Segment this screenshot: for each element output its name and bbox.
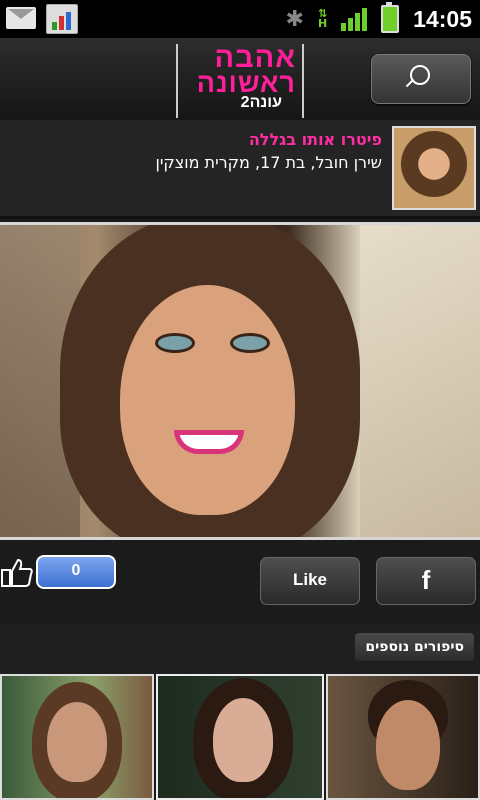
story-header: פיטרו אותו בגללה שירן חובל, בת 17, מקרית… (0, 120, 480, 219)
facebook-share-button[interactable]: f (376, 557, 476, 605)
battery-charging-icon (381, 2, 400, 33)
like-button[interactable]: Like (260, 557, 360, 605)
story-thumbnail[interactable] (0, 674, 154, 800)
thumbs-up-icon (1, 558, 33, 587)
story-title: פיטרו אותו בגללה (248, 130, 382, 149)
story-subtitle: שירן חובל, בת 17, מקרית מוצקין (155, 153, 382, 172)
signal-icon (341, 7, 368, 31)
logo-line-3: עונה2 (240, 94, 282, 111)
clock: 14:05 (413, 5, 472, 32)
bluetooth-icon: ✱ (285, 6, 304, 32)
search-button[interactable] (371, 54, 471, 104)
like-count-badge: 0 (36, 555, 116, 589)
search-icon (410, 65, 430, 85)
stats-icon[interactable] (46, 4, 78, 34)
story-avatar (392, 126, 476, 210)
status-bar: ✱ ⇅ H 14:05 (0, 0, 480, 38)
facebook-icon: f (421, 565, 431, 595)
mail-icon[interactable] (6, 7, 36, 29)
show-logo[interactable]: אהבה ראשונה עונה2 (176, 42, 304, 118)
app-header: אהבה ראשונה עונה2 (0, 38, 480, 122)
story-thumbnail[interactable] (156, 674, 324, 800)
story-photo[interactable] (0, 222, 480, 540)
hspa-icon: ⇅ H (317, 7, 328, 30)
more-stories-label[interactable]: סיפורים נוספים (355, 633, 474, 661)
story-thumbnail[interactable] (326, 674, 480, 800)
